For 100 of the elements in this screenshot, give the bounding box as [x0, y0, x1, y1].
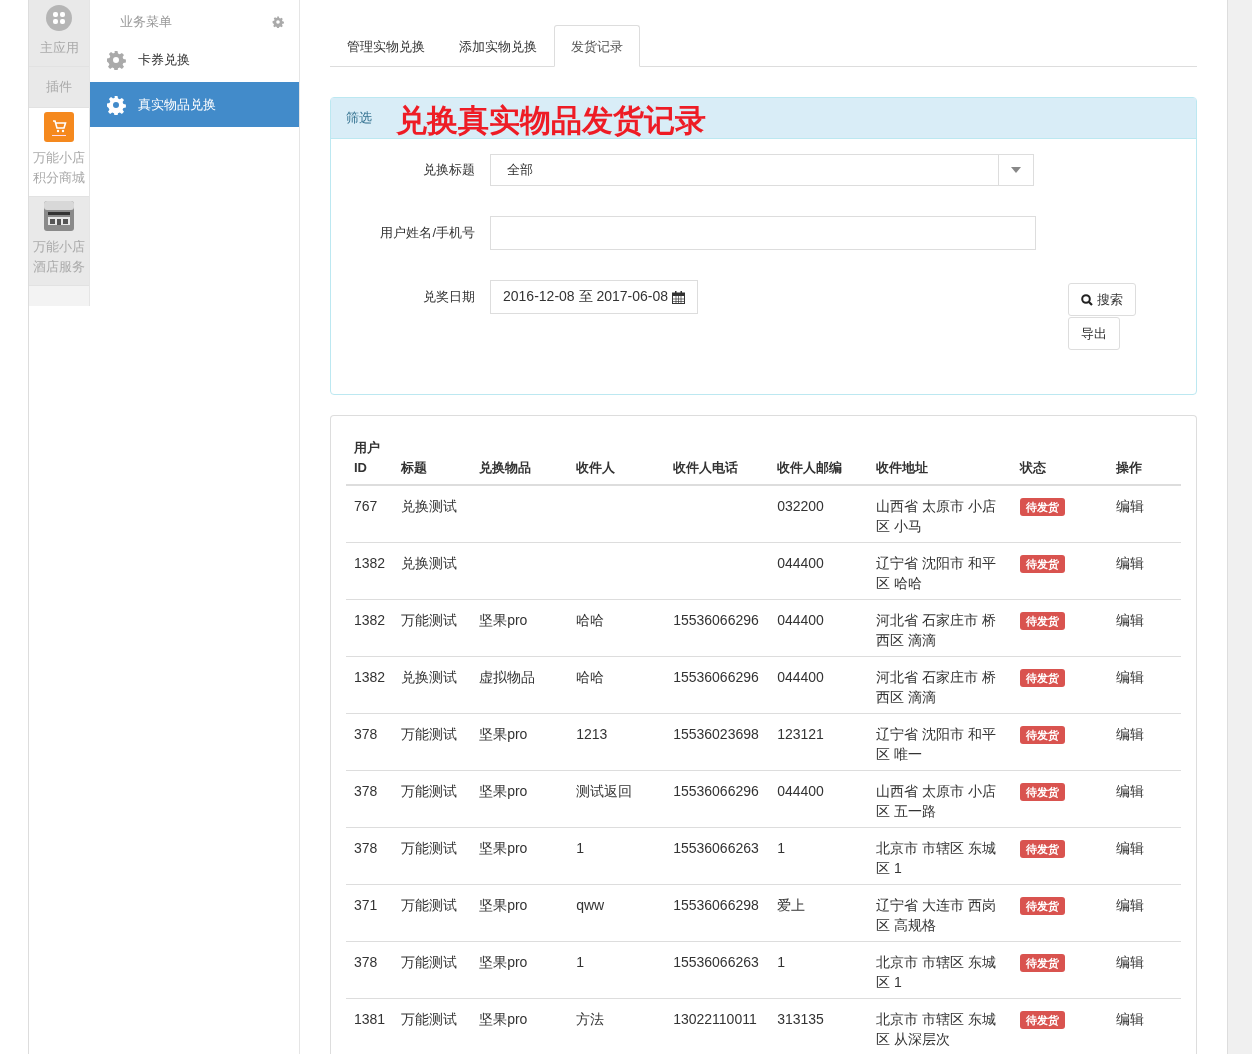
- edit-link[interactable]: 编辑: [1116, 897, 1145, 913]
- table-cell: 坚果pro: [471, 884, 569, 942]
- page-title: 兑换真实物品发货记录: [396, 102, 706, 140]
- panel-heading: 筛选: [346, 109, 372, 127]
- menu-item[interactable]: 卡券兑换: [90, 37, 299, 82]
- edit-link[interactable]: 编辑: [1116, 726, 1145, 742]
- table-cell: 爱上: [769, 884, 869, 942]
- table-cell: 山西省 太原市 小店区 五一路: [868, 770, 1013, 828]
- status-badge: 待发货: [1020, 783, 1066, 801]
- gear-icon: [106, 49, 126, 70]
- table-cell: 378: [346, 713, 394, 771]
- table-cell: 15536066298: [665, 884, 770, 942]
- table-cell: 辽宁省 沈阳市 和平区 唯一: [868, 713, 1013, 771]
- table-cell: 15536066296: [665, 656, 770, 714]
- table-cell: 1213: [568, 713, 666, 771]
- table-cell: 1382: [346, 599, 394, 657]
- table-cell: 1: [769, 941, 869, 999]
- edit-link[interactable]: 编辑: [1116, 783, 1145, 799]
- table-cell: 378: [346, 827, 394, 885]
- table-cell: 山西省 太原市 小店区 小马: [868, 485, 1013, 543]
- table-cell: 坚果pro: [471, 941, 569, 999]
- status-badge: 待发货: [1020, 1011, 1066, 1029]
- date-range-field[interactable]: 2016-12-08 至 2017-06-08: [490, 280, 698, 314]
- table-cell: 1381: [346, 998, 394, 1054]
- table-cell: 坚果pro: [471, 599, 569, 657]
- table-cell: 万能测试: [393, 770, 472, 828]
- column-header: 用户ID: [346, 438, 394, 485]
- apps-icon: [45, 4, 73, 32]
- cart-icon: [44, 112, 74, 142]
- table-cell: 兑换测试: [393, 656, 472, 714]
- gear-icon: [106, 94, 126, 115]
- table-cell: 兑换测试: [393, 485, 472, 543]
- table-cell: 兑换测试: [393, 542, 472, 600]
- tab[interactable]: 添加实物兑换: [442, 25, 554, 67]
- edit-link[interactable]: 编辑: [1116, 1011, 1145, 1027]
- table-cell: 15536023698: [665, 713, 770, 771]
- table-cell: 河北省 石家庄市 桥西区 滴滴: [868, 656, 1013, 714]
- table-cell: 万能测试: [393, 941, 472, 999]
- table-cell: 13022110011: [665, 998, 770, 1054]
- table-cell: 万能测试: [393, 998, 472, 1054]
- table-cell: 北京市 市辖区 东城区 从深层次: [868, 998, 1013, 1054]
- table-cell: 北京市 市辖区 东城区 1: [868, 827, 1013, 885]
- table-cell: 1382: [346, 542, 394, 600]
- table-cell: 方法: [568, 998, 666, 1054]
- table-cell: 辽宁省 沈阳市 和平区 哈哈: [868, 542, 1013, 600]
- table-cell: 044400: [769, 542, 869, 600]
- edit-link[interactable]: 编辑: [1116, 840, 1145, 856]
- column-header: 兑换物品: [471, 438, 569, 485]
- table-cell: 044400: [769, 599, 869, 657]
- calendar-icon: [672, 290, 685, 304]
- table-cell: 北京市 市辖区 东城区 1: [868, 941, 1013, 999]
- table-cell: 371: [346, 884, 394, 942]
- status-badge: 待发货: [1020, 498, 1066, 516]
- search-button[interactable]: 搜索: [1068, 283, 1136, 316]
- table-cell: 123121: [769, 713, 869, 771]
- table-cell: 1382: [346, 656, 394, 714]
- store-icon: [44, 201, 74, 231]
- table-cell: 15536066263: [665, 941, 770, 999]
- table-cell: 坚果pro: [471, 998, 569, 1054]
- table-cell: 坚果pro: [471, 713, 569, 771]
- column-header: 操作: [1108, 438, 1181, 485]
- column-header: 标题: [393, 438, 472, 485]
- search-icon: [1081, 293, 1093, 306]
- input-field[interactable]: [490, 216, 1036, 250]
- table-cell: 15536066296: [665, 770, 770, 828]
- column-header: 收件人: [568, 438, 666, 485]
- tab[interactable]: 管理实物兑换: [330, 25, 442, 67]
- caret-icon: [1011, 167, 1021, 173]
- column-header: 收件地址: [868, 438, 1013, 485]
- edit-link[interactable]: 编辑: [1116, 498, 1145, 514]
- status-badge: 待发货: [1020, 669, 1066, 687]
- column-header: 收件人邮编: [769, 438, 869, 485]
- table-cell: 378: [346, 941, 394, 999]
- table-cell: 万能测试: [393, 884, 472, 942]
- status-badge: 待发货: [1020, 726, 1066, 744]
- table-cell: 万能测试: [393, 599, 472, 657]
- edit-link[interactable]: 编辑: [1116, 954, 1145, 970]
- menu-item[interactable]: 真实物品兑换: [90, 82, 299, 127]
- table-cell: 虚拟物品: [471, 656, 569, 714]
- table-cell: 坚果pro: [471, 770, 569, 828]
- status-badge: 待发货: [1020, 555, 1066, 573]
- tab[interactable]: 发货记录: [554, 25, 640, 67]
- table-cell: 15536066296: [665, 599, 770, 657]
- select-field[interactable]: 全部: [490, 154, 1034, 186]
- table-cell: 1: [568, 941, 666, 999]
- edit-link[interactable]: 编辑: [1116, 612, 1145, 628]
- table-cell: 15536066263: [665, 827, 770, 885]
- field-label: 兑奖日期: [422, 288, 475, 306]
- export-button[interactable]: 导出: [1068, 317, 1120, 350]
- field-label: 用户姓名/手机号: [379, 224, 475, 242]
- table-cell: 1: [769, 827, 869, 885]
- status-badge: 待发货: [1020, 897, 1066, 915]
- table-cell: 河北省 石家庄市 桥西区 滴滴: [868, 599, 1013, 657]
- column-header: 状态: [1012, 438, 1109, 485]
- table-cell: 032200: [769, 485, 869, 543]
- table-cell: 044400: [769, 656, 869, 714]
- table-cell: 哈哈: [568, 599, 666, 657]
- edit-link[interactable]: 编辑: [1116, 555, 1145, 571]
- table-cell: 万能测试: [393, 713, 472, 771]
- edit-link[interactable]: 编辑: [1116, 669, 1145, 685]
